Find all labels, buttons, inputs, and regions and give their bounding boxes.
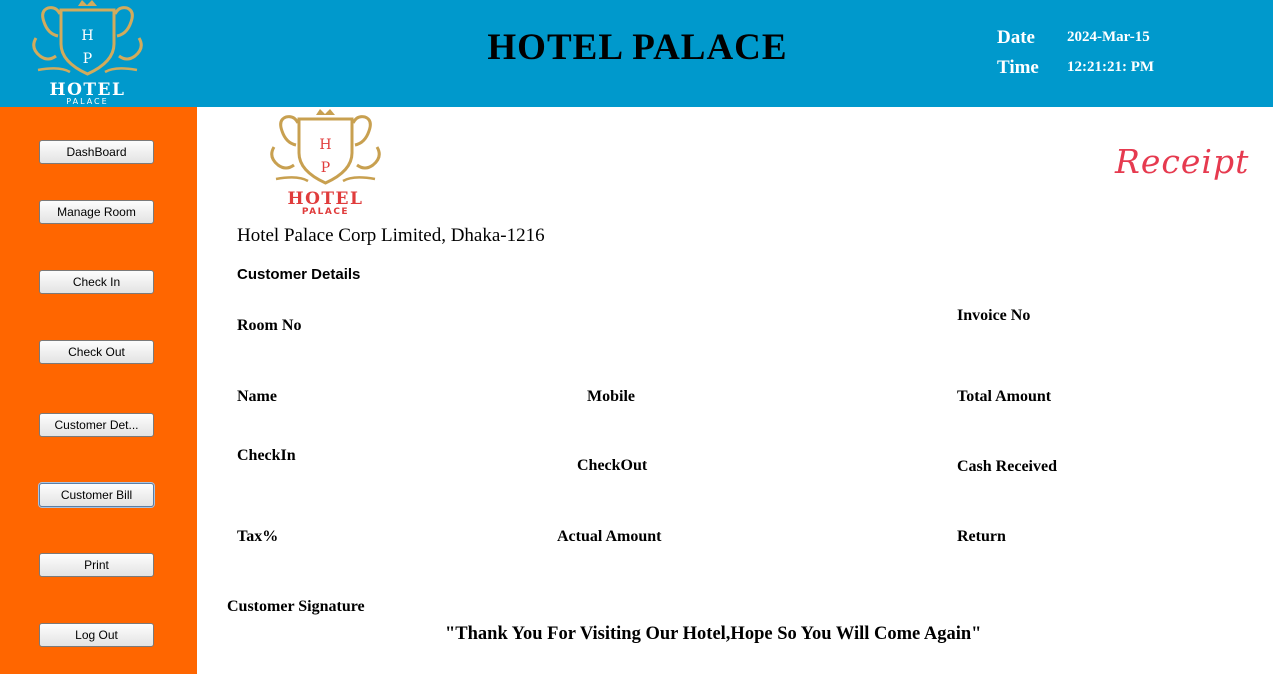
receipt-hotel-logo-icon: H P HOTEL PALACE	[270, 109, 381, 215]
app-title: HOTEL PALACE	[487, 27, 788, 68]
date-value: 2024-Mar-15	[1067, 29, 1150, 45]
total-amount-label: Total Amount	[957, 388, 1052, 405]
svg-text:P: P	[321, 160, 330, 176]
return-label: Return	[957, 528, 1006, 545]
receipt-heading: Receipt	[1115, 142, 1250, 181]
svg-text:P: P	[83, 51, 92, 67]
customer-bill-button[interactable]: Customer Bill	[39, 483, 154, 507]
log-out-button[interactable]: Log Out	[39, 623, 154, 647]
svg-text:H: H	[319, 137, 331, 153]
time-value: 12:21:21: PM	[1067, 59, 1155, 75]
invoice-no-label: Invoice No	[957, 307, 1031, 324]
svg-text:HOTEL: HOTEL	[288, 189, 364, 209]
app-header: H P HOTEL PALACE HOTEL PALACE Date 2024-…	[0, 0, 1273, 107]
manage-room-button[interactable]: Manage Room	[39, 200, 154, 224]
checkin-label: CheckIn	[237, 447, 296, 464]
time-label: Time	[997, 57, 1039, 78]
check-in-button[interactable]: Check In	[39, 270, 154, 294]
room-no-label: Room No	[237, 317, 302, 334]
thank-you-message: "Thank You For Visiting Our Hotel,Hope S…	[445, 624, 982, 644]
svg-text:PALACE: PALACE	[66, 97, 108, 105]
check-out-button[interactable]: Check Out	[39, 340, 154, 364]
customer-details-button[interactable]: Customer Det...	[39, 413, 154, 437]
cash-received-label: Cash Received	[957, 458, 1057, 475]
hotel-address: Hotel Palace Corp Limited, Dhaka-1216	[237, 225, 545, 246]
sidebar: DashBoard Manage Room Check In Check Out…	[0, 107, 197, 674]
date-label: Date	[997, 27, 1035, 48]
svg-text:H: H	[81, 28, 93, 44]
actual-amount-label: Actual Amount	[557, 528, 662, 545]
print-button[interactable]: Print	[39, 553, 154, 577]
hotel-logo-icon: H P HOTEL PALACE	[32, 0, 143, 105]
svg-text:PALACE: PALACE	[302, 207, 349, 215]
name-label: Name	[237, 388, 277, 405]
receipt-panel: H P HOTEL PALACE Receipt Hotel Palace Co…	[197, 107, 1273, 674]
checkout-label: CheckOut	[577, 457, 648, 474]
mobile-label: Mobile	[587, 388, 635, 405]
customer-signature-label: Customer Signature	[227, 598, 365, 615]
dashboard-button[interactable]: DashBoard	[39, 140, 154, 164]
customer-details-title: Customer Details	[237, 266, 361, 283]
tax-label: Tax%	[237, 528, 279, 545]
